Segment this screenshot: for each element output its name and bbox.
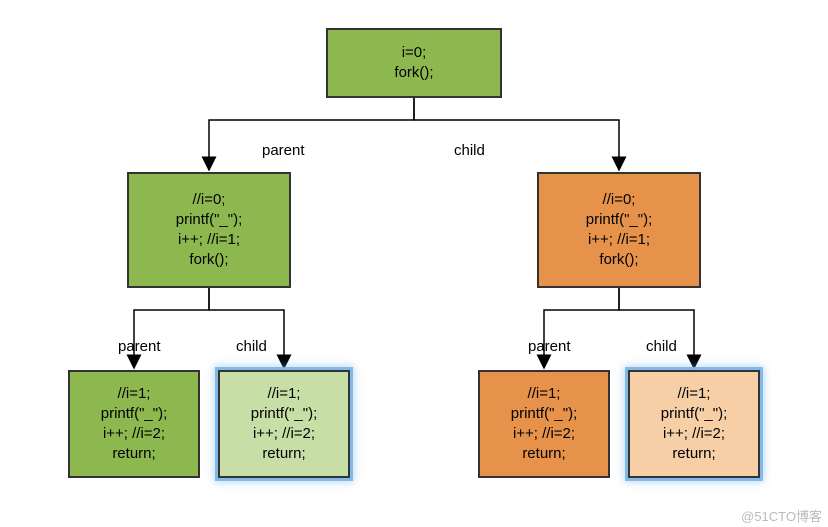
edge-left-child: child bbox=[236, 338, 267, 355]
edge-right-child: child bbox=[646, 338, 677, 355]
edge-root-parent: parent bbox=[262, 142, 305, 159]
node-left-mid: //i=0; printf("_"); i++; //i=1; fork(); bbox=[127, 172, 291, 288]
node-leaf-ll: //i=1; printf("_"); i++; //i=2; return; bbox=[68, 370, 200, 478]
node-root: i=0; fork(); bbox=[326, 28, 502, 98]
node-right-mid: //i=0; printf("_"); i++; //i=1; fork(); bbox=[537, 172, 701, 288]
edge-left-parent: parent bbox=[118, 338, 161, 355]
node-leaf-rr: //i=1; printf("_"); i++; //i=2; return; bbox=[628, 370, 760, 478]
watermark: @51CTO博客 bbox=[741, 506, 822, 525]
edge-root-child: child bbox=[454, 142, 485, 159]
node-leaf-lr: //i=1; printf("_"); i++; //i=2; return; bbox=[218, 370, 350, 478]
edge-right-parent: parent bbox=[528, 338, 571, 355]
node-leaf-rl: //i=1; printf("_"); i++; //i=2; return; bbox=[478, 370, 610, 478]
